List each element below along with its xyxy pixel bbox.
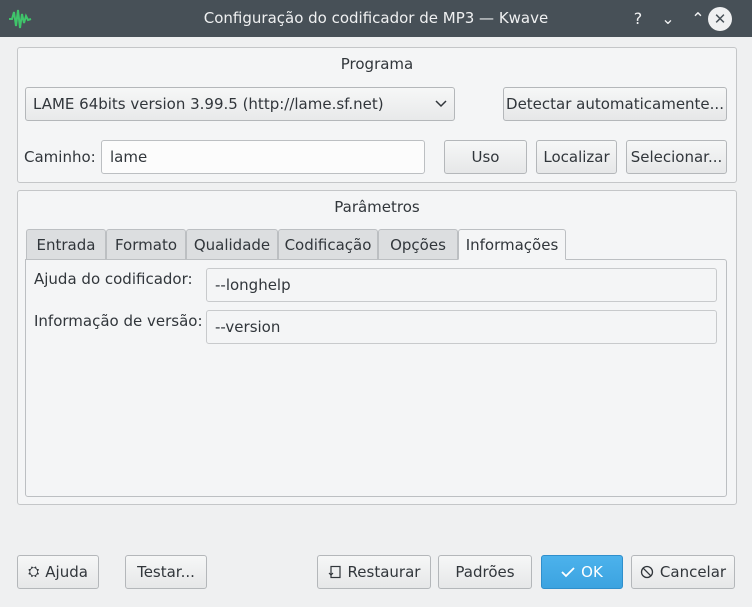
testar-button[interactable]: Testar... [125, 555, 207, 589]
ok-button[interactable]: OK [541, 555, 623, 589]
parametros-group-title: Parâmetros [334, 198, 420, 216]
selecionar-button[interactable]: Selecionar... [626, 140, 727, 174]
localizar-button[interactable]: Localizar [536, 140, 617, 174]
program-select-value: LAME 64bits version 3.99.5 (http://lame.… [33, 95, 384, 113]
detect-automatically-button[interactable]: Detectar automaticamente... [503, 87, 727, 121]
encoder-help-input[interactable]: --longhelp [206, 268, 717, 302]
encoder-help-label: Ajuda do codificador: [34, 270, 193, 288]
minimize-icon[interactable]: ⌄ [656, 7, 680, 31]
version-info-input[interactable]: --version [206, 310, 717, 344]
ajuda-button[interactable]: ⛭ Ajuda [17, 555, 99, 589]
padroes-button[interactable]: Padrões [438, 555, 532, 589]
document-revert-icon [328, 565, 341, 579]
tab-formato[interactable]: Formato [106, 229, 186, 259]
ajuda-button-label: Ajuda [45, 563, 88, 581]
version-info-label: Informação de versão: [34, 312, 203, 330]
restaurar-button[interactable]: Restaurar [317, 555, 431, 589]
cancelar-button-label: Cancelar [659, 563, 727, 581]
lifebuoy-icon: ⛭ [28, 564, 40, 580]
program-select[interactable]: LAME 64bits version 3.99.5 (http://lame.… [25, 87, 455, 121]
tab-qualidade[interactable]: Qualidade [186, 229, 278, 259]
uso-button[interactable]: Uso [444, 140, 527, 174]
maximize-icon[interactable]: ⌃ [686, 7, 710, 31]
checkmark-icon [561, 567, 575, 578]
path-label: Caminho: [24, 148, 96, 166]
restaurar-button-label: Restaurar [347, 563, 421, 581]
tab-informacoes[interactable]: Informações [458, 229, 566, 260]
cancelar-button[interactable]: Cancelar [631, 555, 735, 589]
path-input[interactable]: lame [101, 140, 425, 174]
ok-button-label: OK [581, 563, 603, 581]
chevron-down-icon [435, 100, 447, 108]
title-bar: Configuração do codificador de MP3 — Kwa… [0, 0, 752, 37]
tab-entrada[interactable]: Entrada [26, 229, 106, 259]
tab-codificacao[interactable]: Codificação [278, 229, 378, 259]
close-icon[interactable]: ✕ [708, 7, 732, 31]
cancel-icon [640, 565, 654, 579]
programa-group-title: Programa [340, 55, 414, 73]
help-icon[interactable]: ? [626, 7, 650, 31]
tab-opcoes[interactable]: Opções [378, 229, 458, 259]
